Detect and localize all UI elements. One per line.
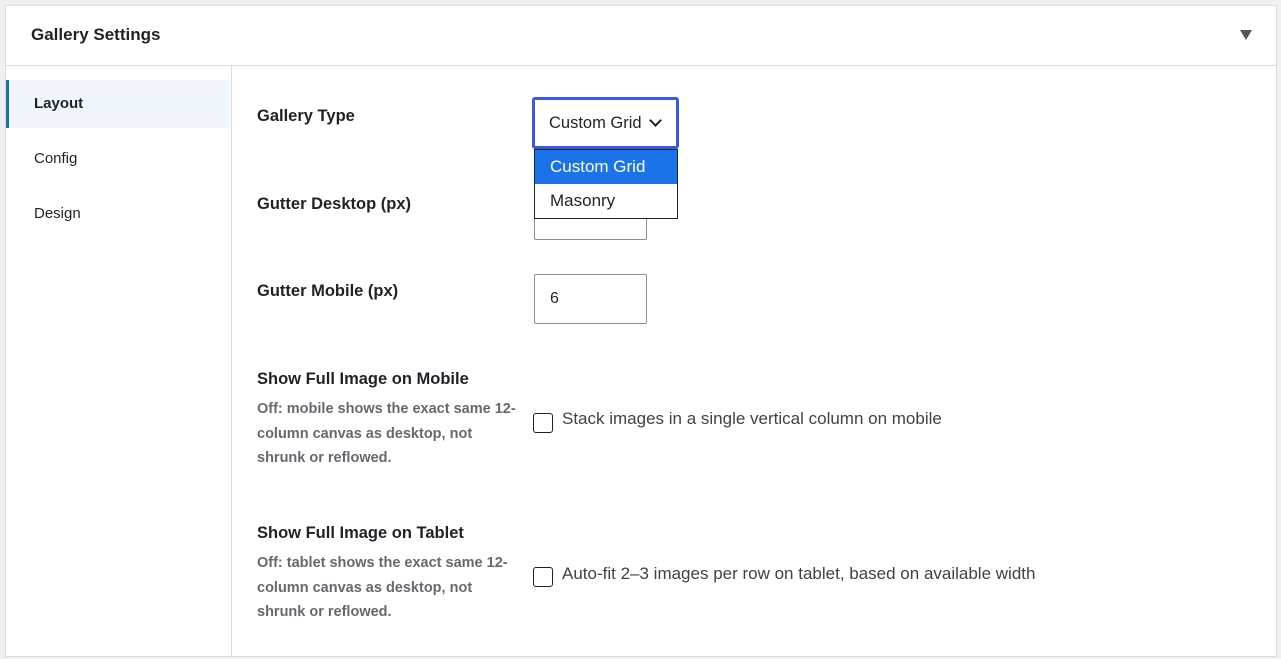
panel-title: Gallery Settings	[31, 25, 161, 44]
chevron-down-icon	[649, 114, 662, 127]
gallery-settings-panel: Gallery Settings Layout Config Design Ga…	[5, 5, 1277, 657]
tab-label: Design	[34, 205, 81, 222]
triangle-down-icon[interactable]	[1240, 30, 1252, 40]
option-masonry[interactable]: Masonry	[535, 184, 677, 218]
full-image-mobile-description: Off: mobile shows the exact same 12-colu…	[257, 401, 516, 466]
gallery-type-label: Gallery Type	[257, 107, 355, 125]
tab-label: Config	[34, 150, 78, 167]
gutter-mobile-label: Gutter Mobile (px)	[257, 282, 399, 300]
gutter-desktop-label: Gutter Desktop (px)	[257, 195, 412, 213]
gallery-type-value: Custom Grid	[549, 114, 642, 132]
full-image-mobile-checkbox-label[interactable]: Stack images in a single vertical column…	[562, 409, 942, 429]
full-image-tablet-checkbox[interactable]	[533, 567, 553, 587]
gallery-type-select[interactable]: Custom Grid	[532, 97, 679, 149]
gutter-mobile-input[interactable]: 6	[534, 274, 647, 324]
panel-header[interactable]: Gallery Settings	[6, 6, 1276, 66]
tab-label: Layout	[34, 95, 84, 112]
full-image-tablet-description: Off: tablet shows the exact same 12-colu…	[257, 555, 508, 620]
tab-config[interactable]: Config	[6, 135, 231, 183]
settings-sidebar: Layout Config Design	[6, 66, 232, 656]
full-image-mobile-checkbox[interactable]	[533, 413, 553, 433]
option-custom-grid[interactable]: Custom Grid	[535, 150, 677, 184]
full-image-mobile-label: Show Full Image on Mobile	[257, 370, 469, 388]
gallery-type-dropdown: Custom Grid Masonry	[534, 149, 678, 219]
settings-content: Gallery Type Custom Grid Custom Grid Mas…	[233, 66, 1276, 656]
full-image-tablet-label: Show Full Image on Tablet	[257, 524, 464, 542]
full-image-tablet-checkbox-label[interactable]: Auto-fit 2–3 images per row on tablet, b…	[562, 564, 1035, 584]
tab-layout[interactable]: Layout	[6, 80, 231, 128]
tab-design[interactable]: Design	[6, 190, 231, 238]
